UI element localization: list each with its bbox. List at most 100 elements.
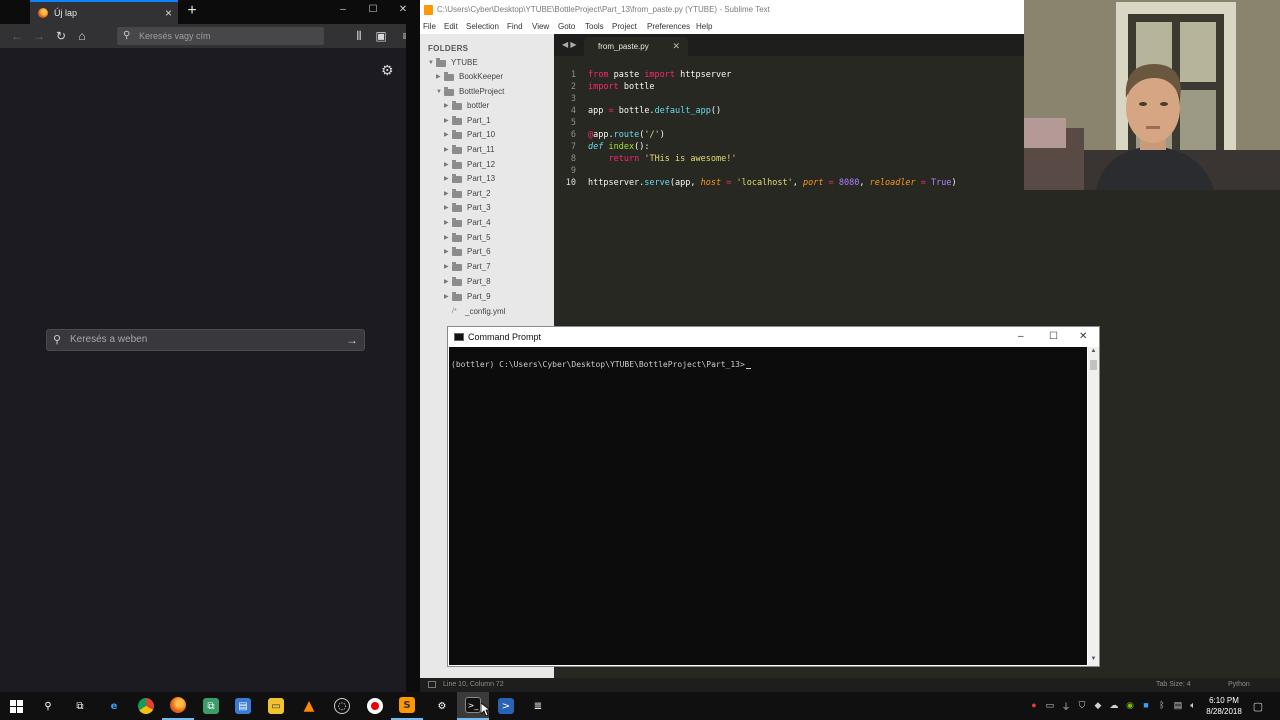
taskbar-edge[interactable]: e xyxy=(98,692,130,720)
bluetooth-tray-icon[interactable]: ᛒ xyxy=(1156,700,1168,710)
taskbar-app-settings[interactable]: ⚙ xyxy=(426,692,458,720)
taskbar-sublime[interactable]: S xyxy=(391,692,423,720)
tree-folder-item[interactable]: ▶ Part_8 xyxy=(444,275,491,289)
tree-folder-bottleproject[interactable]: ▼ BottleProject xyxy=(436,85,504,99)
folder-icon xyxy=(452,173,462,183)
taskbar-database[interactable]: ≣ xyxy=(522,692,554,720)
maximize-icon[interactable]: ☐ xyxy=(1049,327,1058,347)
tree-folder-item[interactable]: ▶ Part_6 xyxy=(444,245,491,259)
tree-folder-item[interactable]: ▶ Part_4 xyxy=(444,216,491,230)
tree-folder-item[interactable]: ▶ Part_5 xyxy=(444,231,491,245)
taskbar-chrome[interactable] xyxy=(130,692,162,720)
folder-icon xyxy=(436,57,446,67)
tree-folder-item[interactable]: ▶ Part_9 xyxy=(444,290,491,304)
database-icon: ≣ xyxy=(533,700,543,712)
close-tab-icon[interactable]: ✕ xyxy=(672,37,680,56)
tree-folder-item[interactable]: ▶ Part_1 xyxy=(444,114,491,128)
taskbar-app-aperture[interactable]: ◌ xyxy=(326,692,358,720)
tree-folder-item[interactable]: ▶ Part_13 xyxy=(444,172,495,186)
code-line: 3 xyxy=(570,94,576,104)
shield-tray-icon[interactable]: ⛉ xyxy=(1076,700,1088,711)
arrow-right-icon[interactable]: → xyxy=(346,330,358,350)
menu-selection[interactable]: Selection xyxy=(466,22,499,31)
editor-tab[interactable]: from_paste.py ✕ xyxy=(584,37,688,56)
firefox-icon xyxy=(38,8,48,18)
taskbar-obs[interactable] xyxy=(359,692,391,720)
powershell-icon: > xyxy=(498,698,514,714)
minimize-icon[interactable]: – xyxy=(336,4,350,15)
firefox-icon xyxy=(170,697,186,713)
notifications-icon[interactable]: ▢ xyxy=(1252,700,1264,713)
reload-icon[interactable]: ↻ xyxy=(54,29,68,43)
taskbar-clock[interactable]: 6:10 PM 8/28/2018 xyxy=(1196,695,1252,717)
tree-folder-bookkeeper[interactable]: ▶ BookKeeper xyxy=(436,70,503,84)
forward-icon[interactable]: → xyxy=(32,29,46,43)
web-search-input[interactable]: ⚲ Keresés a weben → xyxy=(46,329,365,351)
syntax-mode[interactable]: Python xyxy=(1228,678,1250,692)
taskbar-powershell[interactable]: > xyxy=(490,692,522,720)
usb-tray-icon[interactable]: ⏚ xyxy=(1060,700,1072,713)
chevron-down-icon: ▼ xyxy=(428,60,434,66)
maximize-icon[interactable]: ☐ xyxy=(366,4,380,15)
tab-nav-arrows-icon[interactable]: ◀ ▶ xyxy=(562,40,577,49)
tree-folder-item[interactable]: ▶ bottler xyxy=(444,99,489,113)
menu-find[interactable]: Find xyxy=(507,22,523,31)
back-icon[interactable]: ← xyxy=(10,29,24,43)
cmd-title: Command Prompt xyxy=(468,332,542,342)
app-tray-icon[interactable]: ■ xyxy=(1140,700,1152,710)
menu-goto[interactable]: Goto xyxy=(558,22,575,31)
command-prompt-window[interactable]: Command Prompt – ☐ ✕ (bottler) C:\Users\… xyxy=(447,326,1100,667)
cmd-title-bar[interactable]: Command Prompt – ☐ ✕ xyxy=(448,327,1099,347)
scroll-down-icon[interactable]: ▼ xyxy=(1088,656,1099,662)
taskbar-firefox[interactable] xyxy=(162,692,194,720)
tree-folder-item[interactable]: ▶ Part_2 xyxy=(444,187,491,201)
tab-size[interactable]: Tab Size: 4 xyxy=(1156,678,1191,692)
chevron-right-icon: ▶ xyxy=(444,264,449,270)
taskbar-vlc[interactable]: ▲ xyxy=(293,692,325,720)
folder-icon xyxy=(452,144,462,154)
chevron-right-icon: ▶ xyxy=(444,191,449,197)
close-tab-icon[interactable]: × xyxy=(165,6,172,20)
menu-project[interactable]: Project xyxy=(612,22,637,31)
tree-folder-item[interactable]: ▶ Part_3 xyxy=(444,201,491,215)
dropbox-tray-icon[interactable]: ◆ xyxy=(1092,700,1104,711)
start-button[interactable] xyxy=(0,692,32,720)
taskbar-explorer[interactable]: ▭ xyxy=(260,692,292,720)
sidebar-icon[interactable]: ▣ xyxy=(374,29,388,43)
menu-tools[interactable]: Tools xyxy=(585,22,604,31)
taskbar-app-green[interactable]: ⧉ xyxy=(195,692,227,720)
url-bar[interactable]: ⚲ Keresés vagy cím xyxy=(117,27,324,45)
record-tray-icon[interactable]: ● xyxy=(1028,700,1040,710)
gear-icon[interactable]: ⚙ xyxy=(381,62,394,79)
firefox-tab[interactable]: Új lap × xyxy=(30,0,178,24)
tree-folder-item[interactable]: ▶ Part_12 xyxy=(444,158,495,172)
cloud-tray-icon[interactable]: ☁ xyxy=(1108,700,1120,711)
nvidia-tray-icon[interactable]: ◉ xyxy=(1124,700,1136,711)
menu-preferences[interactable]: Preferences xyxy=(647,22,690,31)
tree-folder-item[interactable]: ▶ Part_7 xyxy=(444,260,491,274)
task-view-button[interactable]: ⧉ xyxy=(64,692,96,720)
cmd-console[interactable]: (bottler) C:\Users\Cyber\Desktop\YTUBE\B… xyxy=(449,347,1087,665)
cursor-position: Line 10, Column 72 xyxy=(443,681,504,688)
taskbar-app-save[interactable]: ▤ xyxy=(227,692,259,720)
search-button[interactable]: ⚲ xyxy=(32,692,64,720)
tree-folder-item[interactable]: ▶ Part_10 xyxy=(444,128,495,142)
menu-help[interactable]: Help xyxy=(696,22,712,31)
new-tab-button[interactable]: + xyxy=(184,2,200,20)
panel-toggle-icon[interactable] xyxy=(428,681,436,688)
menu-file[interactable]: File xyxy=(423,22,436,31)
tree-folder-root[interactable]: ▼ YTUBE xyxy=(428,56,478,70)
monitor-tray-icon[interactable]: ▭ xyxy=(1044,700,1056,711)
scroll-up-icon[interactable]: ▲ xyxy=(1088,348,1099,354)
network-tray-icon[interactable]: ▤ xyxy=(1172,700,1184,711)
minimize-icon[interactable]: – xyxy=(1018,327,1024,347)
scroll-thumb[interactable] xyxy=(1090,360,1097,370)
menu-view[interactable]: View xyxy=(532,22,549,31)
library-icon[interactable]: ⫴ xyxy=(352,29,366,43)
home-icon[interactable]: ⌂ xyxy=(75,29,89,43)
menu-edit[interactable]: Edit xyxy=(444,22,458,31)
close-icon[interactable]: ✕ xyxy=(1079,327,1087,347)
cmd-scrollbar[interactable]: ▲ ▼ xyxy=(1088,347,1099,666)
tree-file-config[interactable]: /* _config.yml xyxy=(452,305,505,319)
tree-folder-item[interactable]: ▶ Part_11 xyxy=(444,143,494,157)
